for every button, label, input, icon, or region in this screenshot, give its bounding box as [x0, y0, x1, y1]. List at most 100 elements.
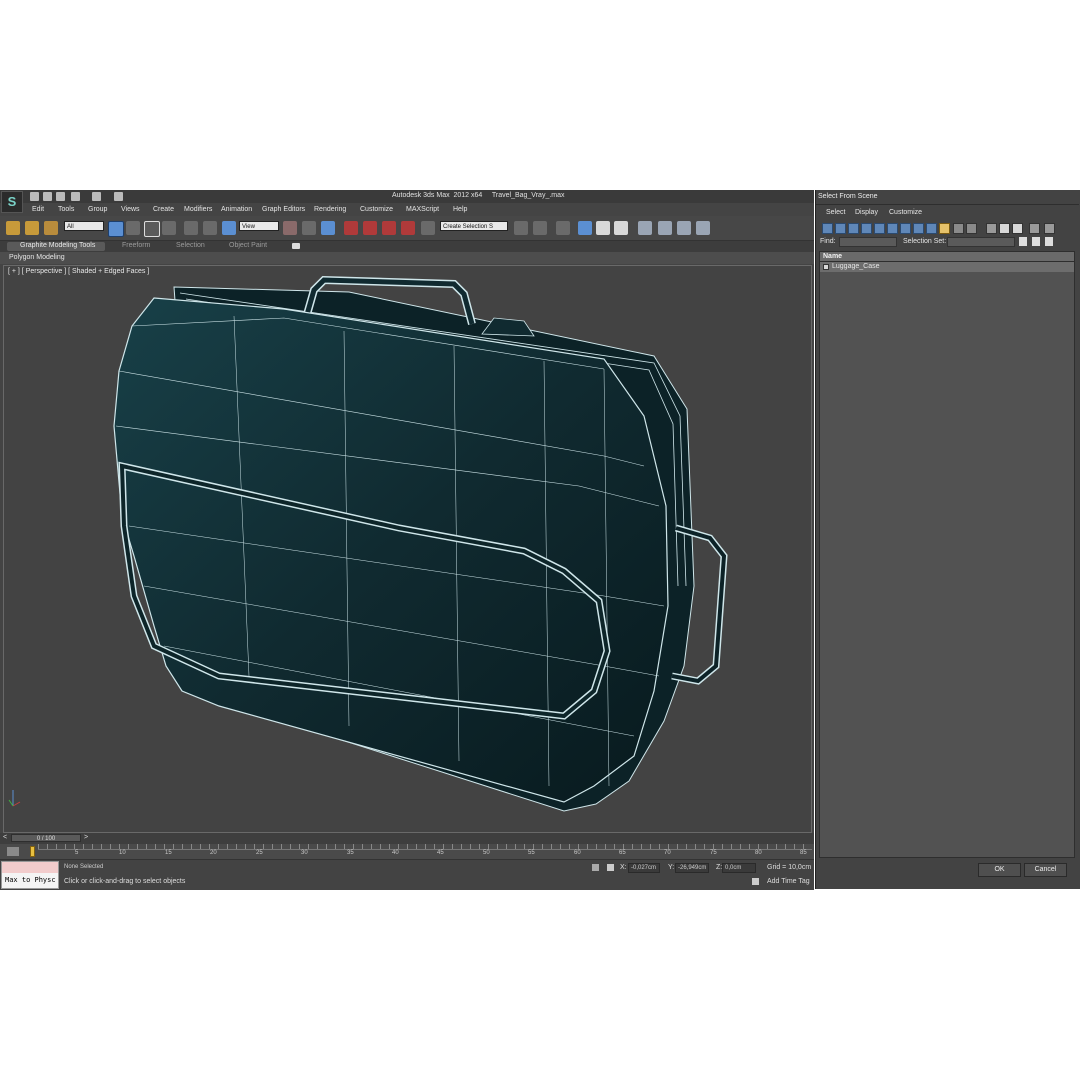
use-pivot-center-icon[interactable] [283, 221, 297, 235]
display-bones-icon[interactable] [926, 223, 937, 234]
material-editor-icon[interactable] [638, 221, 652, 235]
mirror-icon[interactable] [514, 221, 528, 235]
maxscript-listener[interactable]: Max to Physc [1, 861, 59, 889]
render-setup-icon[interactable] [658, 221, 672, 235]
dialog-menu-display[interactable]: Display [855, 209, 878, 216]
find-input[interactable] [839, 237, 897, 247]
selection-set-icon[interactable] [1019, 237, 1027, 246]
select-and-scale-icon[interactable] [222, 221, 236, 235]
display-invert-icon[interactable] [966, 223, 977, 234]
reference-coordinate-dropdown[interactable]: View [239, 221, 279, 231]
menu-graph-editors[interactable]: Graph Editors [262, 206, 305, 213]
time-tag-icon[interactable] [752, 878, 759, 885]
display-none-icon[interactable] [953, 223, 964, 234]
named-selection-set-dropdown[interactable]: Create Selection S [440, 221, 508, 231]
percent-snap-icon[interactable] [382, 221, 396, 235]
menu-tools[interactable]: Tools [58, 206, 74, 213]
dialog-menu-select[interactable]: Select [826, 209, 845, 216]
window-crossing-icon[interactable] [162, 221, 176, 235]
list-item-label[interactable]: Luggage_Case [832, 263, 880, 270]
keyboard-shortcut-override-icon[interactable] [321, 221, 335, 235]
mini-curve-editor-icon[interactable] [7, 847, 19, 856]
display-lights-icon[interactable] [848, 223, 859, 234]
menu-animation[interactable]: Animation [221, 206, 252, 213]
selection-lock-icon[interactable] [592, 864, 599, 871]
perspective-viewport[interactable]: [ + ] [ Perspective ] [ Shaded + Edged F… [3, 265, 812, 833]
maxscript-input-line[interactable] [2, 862, 58, 873]
list-item[interactable]: Luggage_Case [820, 262, 1074, 272]
select-and-link-icon[interactable] [6, 221, 20, 235]
select-dependents-icon[interactable] [1045, 237, 1053, 246]
angle-snap-icon[interactable] [363, 221, 377, 235]
display-xrefs-icon[interactable] [913, 223, 924, 234]
graphite-modeling-tools-toggle-icon[interactable] [578, 221, 592, 235]
menu-modifiers[interactable]: Modifiers [184, 206, 212, 213]
select-invert-icon[interactable] [1012, 223, 1023, 234]
list-header[interactable]: Name [820, 252, 1074, 262]
select-by-name-icon[interactable] [126, 221, 140, 235]
save-file-icon[interactable] [56, 192, 65, 201]
layer-manager-icon[interactable] [556, 221, 570, 235]
display-groups-icon[interactable] [900, 223, 911, 234]
current-frame-marker[interactable] [30, 846, 35, 857]
ok-button[interactable]: OK [978, 863, 1021, 877]
menu-customize[interactable]: Customize [360, 206, 393, 213]
new-file-icon[interactable] [30, 192, 39, 201]
project-folder-icon[interactable] [114, 192, 123, 201]
bind-to-space-warp-icon[interactable] [44, 221, 58, 235]
luggage-case-model[interactable] [4, 266, 811, 832]
select-and-manipulate-icon[interactable] [302, 221, 316, 235]
column-header-name[interactable]: Name [823, 253, 842, 260]
filter-options-icon[interactable] [1044, 223, 1055, 234]
menu-maxscript[interactable]: MAXScript [406, 206, 439, 213]
menu-create[interactable]: Create [153, 206, 174, 213]
rectangular-selection-region-icon[interactable] [144, 221, 160, 237]
application-logo-button[interactable]: S [1, 191, 23, 213]
curve-editor-icon[interactable] [596, 221, 610, 235]
display-all-icon[interactable] [939, 223, 950, 234]
selection-filter-dropdown[interactable]: All [64, 221, 104, 231]
menu-rendering[interactable]: Rendering [314, 206, 346, 213]
tab-graphite-modeling-tools[interactable]: Graphite Modeling Tools [7, 242, 105, 251]
ribbon-options-icon[interactable] [292, 243, 300, 249]
absolute-mode-transform-icon[interactable] [607, 864, 614, 871]
tab-object-paint[interactable]: Object Paint [229, 242, 267, 251]
select-all-icon[interactable] [986, 223, 997, 234]
schematic-view-icon[interactable] [614, 221, 628, 235]
add-time-tag-button[interactable]: Add Time Tag [767, 878, 810, 885]
display-shapes-icon[interactable] [835, 223, 846, 234]
edit-named-selection-icon[interactable] [421, 221, 435, 235]
select-none-icon[interactable] [999, 223, 1010, 234]
unlink-selection-icon[interactable] [25, 221, 39, 235]
menu-group[interactable]: Group [88, 206, 107, 213]
menu-views[interactable]: Views [121, 206, 140, 213]
cancel-button[interactable]: Cancel [1024, 863, 1067, 877]
time-slider[interactable]: 0 / 100 [11, 834, 81, 842]
scene-object-list[interactable]: Name Luggage_Case [819, 251, 1075, 858]
undo-icon[interactable] [71, 192, 80, 201]
y-coordinate-field[interactable]: -26,949cm [675, 863, 709, 873]
tab-selection[interactable]: Selection [176, 242, 205, 251]
z-coordinate-field[interactable]: 0,0cm [722, 863, 756, 873]
dialog-menu-customize[interactable]: Customize [889, 209, 922, 216]
spinner-snap-icon[interactable] [401, 221, 415, 235]
select-subtree-icon[interactable] [1032, 237, 1040, 246]
select-and-rotate-icon[interactable] [203, 221, 217, 235]
redo-icon[interactable] [92, 192, 101, 201]
menu-edit[interactable]: Edit [32, 206, 44, 213]
menu-help[interactable]: Help [453, 206, 467, 213]
display-cameras-icon[interactable] [861, 223, 872, 234]
snaps-toggle-icon[interactable] [344, 221, 358, 235]
x-coordinate-field[interactable]: -0,027cm [628, 863, 660, 873]
open-file-icon[interactable] [43, 192, 52, 201]
time-slider-next-arrow[interactable]: > [84, 834, 88, 841]
select-object-icon[interactable] [108, 221, 124, 237]
display-geometry-icon[interactable] [822, 223, 833, 234]
select-and-move-icon[interactable] [184, 221, 198, 235]
polygon-modeling-label[interactable]: Polygon Modeling [9, 254, 65, 261]
tab-freeform[interactable]: Freeform [122, 242, 150, 251]
render-production-icon[interactable] [696, 221, 710, 235]
display-space-warps-icon[interactable] [887, 223, 898, 234]
time-slider-prev-arrow[interactable]: < [3, 834, 7, 841]
filter-icon[interactable] [1029, 223, 1040, 234]
